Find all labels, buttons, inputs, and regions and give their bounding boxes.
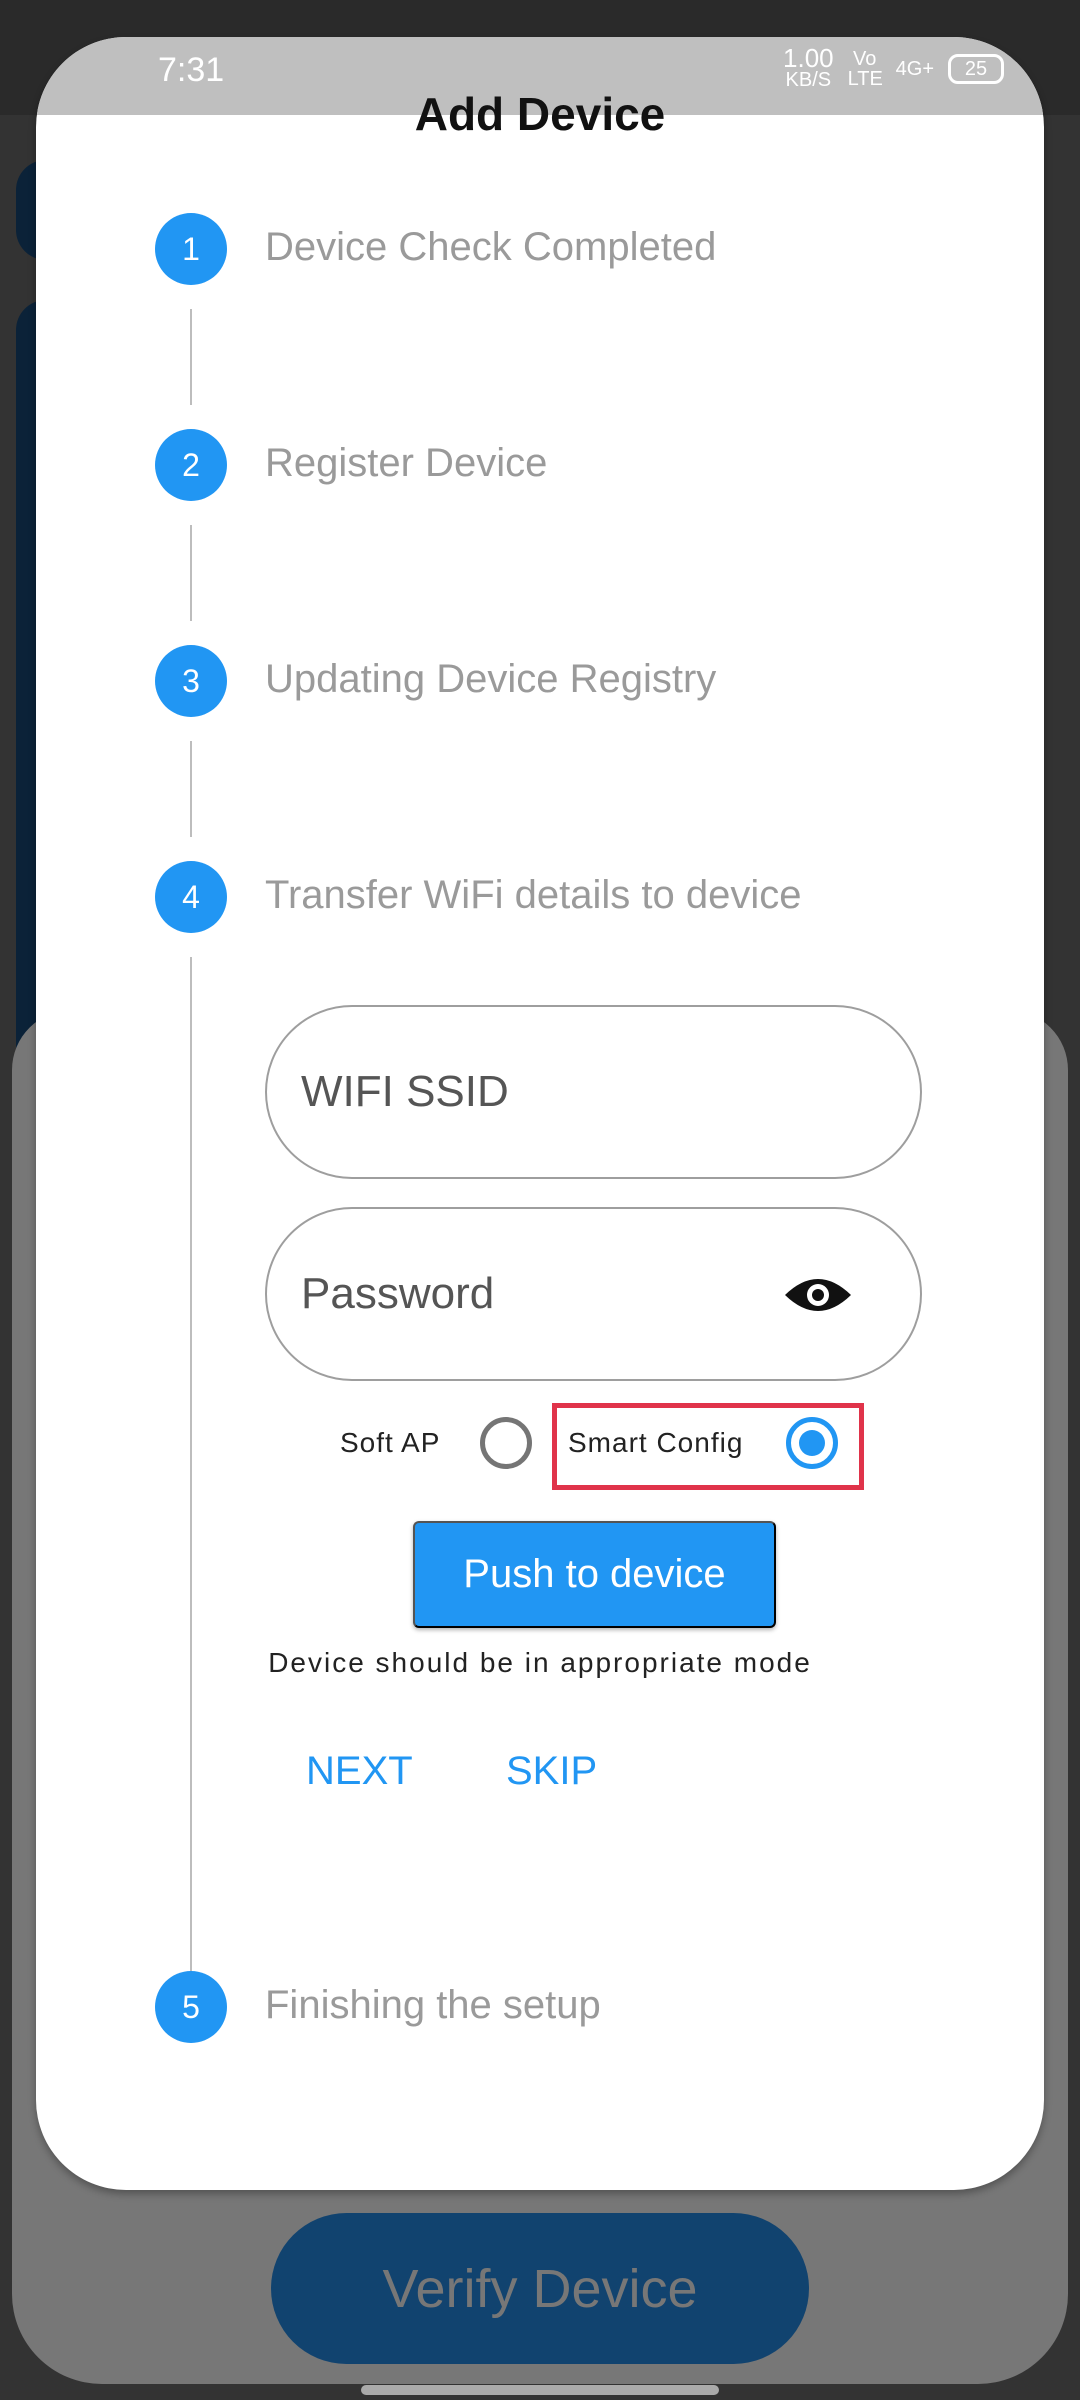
step-3-badge: 3	[155, 645, 227, 717]
push-to-device-button[interactable]: Push to device	[413, 1521, 776, 1628]
step-1-badge: 1	[155, 213, 227, 285]
step-1-label[interactable]: Device Check Completed	[265, 225, 716, 270]
step-connector	[190, 309, 192, 405]
battery-icon: 25	[948, 54, 1004, 84]
mode-hint: Device should be in appropriate mode	[268, 1647, 812, 1678]
net-speed: 1.00	[783, 43, 834, 73]
step-4-badge: 4	[155, 861, 227, 933]
password-placeholder: Password	[301, 1269, 495, 1318]
soft-ap-label: Soft AP	[340, 1427, 441, 1458]
step-connector	[190, 525, 192, 621]
eye-icon[interactable]	[783, 1273, 853, 1317]
skip-button[interactable]: SKIP	[506, 1749, 597, 1794]
soft-ap-radio[interactable]	[480, 1417, 532, 1469]
step-connector	[190, 741, 192, 837]
step-connector	[190, 957, 192, 1987]
volte-icon: Vo LTE	[847, 48, 883, 90]
next-button[interactable]: NEXT	[306, 1749, 413, 1794]
dialog-title: Add Device	[414, 88, 666, 140]
password-input[interactable]: Password	[265, 1207, 922, 1381]
status-icons: 1.00 KB/S Vo LTE 4G+ 25	[783, 43, 1004, 91]
smart-config-label: Smart Config	[568, 1427, 744, 1458]
step-2-badge: 2	[155, 429, 227, 501]
step-5-label[interactable]: Finishing the setup	[265, 1983, 601, 2028]
wifi-ssid-input[interactable]: WIFI SSID	[265, 1005, 922, 1179]
add-device-dialog: 7:31 1.00 KB/S Vo LTE 4G+ 25 Add Device 1…	[36, 37, 1044, 2190]
step-2-label[interactable]: Register Device	[265, 441, 547, 486]
step-3-label[interactable]: Updating Device Registry	[265, 657, 716, 702]
smart-config-radio[interactable]	[786, 1417, 838, 1469]
step-4-label[interactable]: Transfer WiFi details to device	[265, 873, 801, 918]
signal-icon: 4G+	[895, 57, 934, 80]
status-time: 7:31	[158, 51, 225, 89]
step-5-badge: 5	[155, 1971, 227, 2043]
verify-device-button[interactable]: Verify Device	[271, 2213, 809, 2364]
home-indicator[interactable]	[361, 2385, 719, 2395]
ssid-placeholder: WIFI SSID	[301, 1067, 509, 1116]
